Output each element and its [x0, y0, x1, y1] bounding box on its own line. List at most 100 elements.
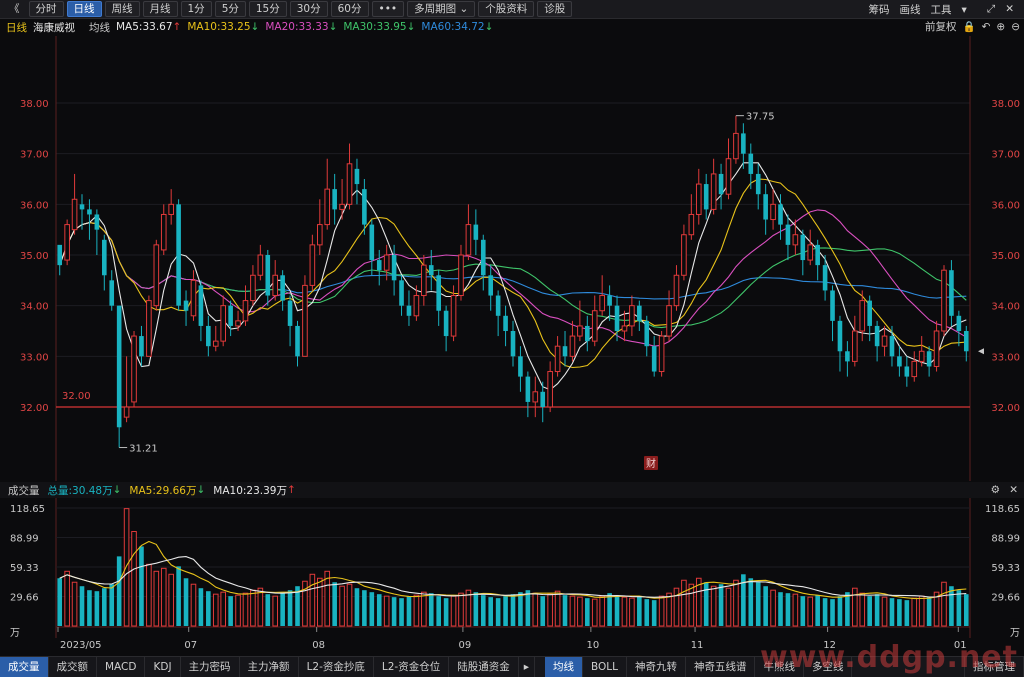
volume-bar — [637, 596, 642, 626]
vol-tick-right: 万 — [1010, 628, 1020, 639]
volume-bar — [681, 579, 687, 627]
volume-chart[interactable]: 118.65 118.65 88.99 88.99 59.33 59.33 29.66 29.… — [0, 498, 1024, 656]
candle-body — [949, 270, 954, 316]
tab-kdj[interactable]: KDJ — [145, 657, 181, 677]
tab-northbound[interactable]: 陆股通资金 — [449, 657, 519, 677]
tab-5min[interactable]: 5分 — [214, 1, 246, 17]
volume-bar — [830, 599, 835, 626]
tab-ma[interactable]: 均线 — [545, 657, 583, 677]
tab-turnover[interactable]: 成交额 — [49, 657, 97, 677]
candle-body — [250, 274, 256, 302]
volume-bar — [242, 592, 249, 627]
more-button[interactable]: ••• — [371, 1, 405, 17]
candle-body — [651, 346, 657, 372]
tab-fenshi[interactable]: 分时 — [28, 1, 64, 17]
tab-monthly[interactable]: 月线 — [142, 1, 178, 17]
tab-30min[interactable]: 30分 — [289, 1, 328, 17]
tab-volume[interactable]: 成交量 — [0, 657, 49, 677]
volume-ma5: MA5:29.66万 — [129, 484, 197, 497]
volume-bar — [591, 598, 598, 627]
candle-body — [941, 269, 947, 332]
zoom-in-icon[interactable]: ⊕ — [996, 21, 1005, 33]
candle-body — [956, 315, 962, 331]
volume-bar — [436, 596, 441, 626]
candle-body — [904, 366, 910, 377]
candle-body — [71, 198, 78, 231]
tab-five-line[interactable]: 神奇五线谱 — [686, 657, 756, 677]
volume-bar — [718, 584, 724, 626]
candle-body — [139, 336, 144, 357]
candle-body — [168, 203, 174, 215]
volume-bar — [346, 583, 353, 627]
tab-weekly[interactable]: 周线 — [104, 1, 140, 17]
diagnose-button[interactable]: 诊股 — [537, 1, 573, 17]
lock-icon[interactable]: 🔒 — [962, 20, 975, 33]
candle-body — [160, 213, 167, 251]
volume-bar — [332, 582, 337, 626]
volume-bar — [815, 595, 820, 626]
tab-daily[interactable]: 日线 — [66, 1, 102, 17]
tab-main-net[interactable]: 主力净额 — [240, 657, 299, 677]
tab-l2-bottom[interactable]: L2-资金抄底 — [299, 657, 374, 677]
volume-bar — [146, 563, 152, 627]
volume-bar — [658, 595, 665, 627]
back-button[interactable]: 《 — [3, 2, 26, 16]
candle-body — [383, 254, 390, 271]
tab-main-code[interactable]: 主力密码 — [181, 657, 240, 677]
volume-bar — [480, 595, 486, 626]
volume-bar — [800, 596, 806, 626]
volume-bar — [190, 583, 197, 627]
tab-1min[interactable]: 1分 — [180, 1, 212, 17]
volume-bar — [235, 594, 241, 627]
close-icon[interactable]: ✕ — [1009, 484, 1018, 496]
tools-button[interactable]: 工具 ▾ — [931, 2, 977, 17]
candle-body — [57, 244, 63, 266]
candle-body — [287, 300, 293, 326]
close-icon[interactable]: ✕ — [1005, 3, 1014, 15]
multi-period-button[interactable]: 多周期图 ⌄ — [407, 1, 476, 17]
candle-body — [391, 255, 397, 281]
candle-body — [695, 183, 702, 215]
candle-body — [376, 260, 382, 271]
stock-info-button[interactable]: 个股资料 — [478, 1, 535, 17]
candle-body — [198, 285, 204, 326]
low-marker-label: 31.21 — [129, 444, 158, 455]
price-chart[interactable]: 38.00 38.00 37.00 37.00 36.00 36.00 35.00 35.00… — [0, 36, 1024, 481]
reference-line-label: 32.00 — [62, 391, 91, 402]
volume-bar — [101, 588, 107, 626]
zoom-out-icon[interactable]: ⊖ — [1011, 21, 1020, 33]
volume-bar — [845, 592, 850, 626]
tabs-scroll-arrow[interactable]: ▸ — [519, 657, 535, 677]
candle-body — [807, 244, 814, 261]
volume-bar — [87, 590, 92, 626]
tab-nine-turn[interactable]: 神奇九转 — [627, 657, 686, 677]
candle-body — [190, 279, 197, 317]
volume-bar — [339, 585, 345, 627]
volume-bar — [621, 596, 628, 627]
candle-body — [621, 325, 628, 332]
volume-bar — [792, 593, 799, 627]
tab-l2-position[interactable]: L2-资金仓位 — [374, 657, 450, 677]
tab-15min[interactable]: 15分 — [248, 1, 287, 17]
expand-icon[interactable]: ⤢ — [987, 3, 995, 16]
volume-bar — [881, 596, 888, 627]
volume-bar — [458, 592, 464, 627]
chips-button[interactable]: 筹码 — [869, 2, 890, 17]
volume-bar — [257, 587, 264, 627]
volume-bar — [785, 593, 791, 626]
volume-bar — [874, 594, 880, 626]
price-tick-right: 32.00 — [991, 403, 1020, 414]
settings-icon[interactable]: ⚙ — [991, 484, 1000, 496]
tab-macd[interactable]: MACD — [97, 657, 146, 677]
volume-bar — [316, 577, 323, 627]
candle-body — [658, 335, 665, 373]
candle-body — [725, 158, 732, 195]
undo-icon[interactable]: ↶ — [982, 21, 991, 33]
volume-bar — [963, 594, 969, 626]
restore-select[interactable]: 前复权 — [925, 19, 957, 34]
draw-button[interactable]: 画线 — [900, 2, 921, 17]
tab-60min[interactable]: 60分 — [330, 1, 369, 17]
tab-boll[interactable]: BOLL — [583, 657, 627, 677]
price-tick-right: 38.00 — [991, 99, 1020, 110]
volume-bar — [733, 579, 739, 627]
